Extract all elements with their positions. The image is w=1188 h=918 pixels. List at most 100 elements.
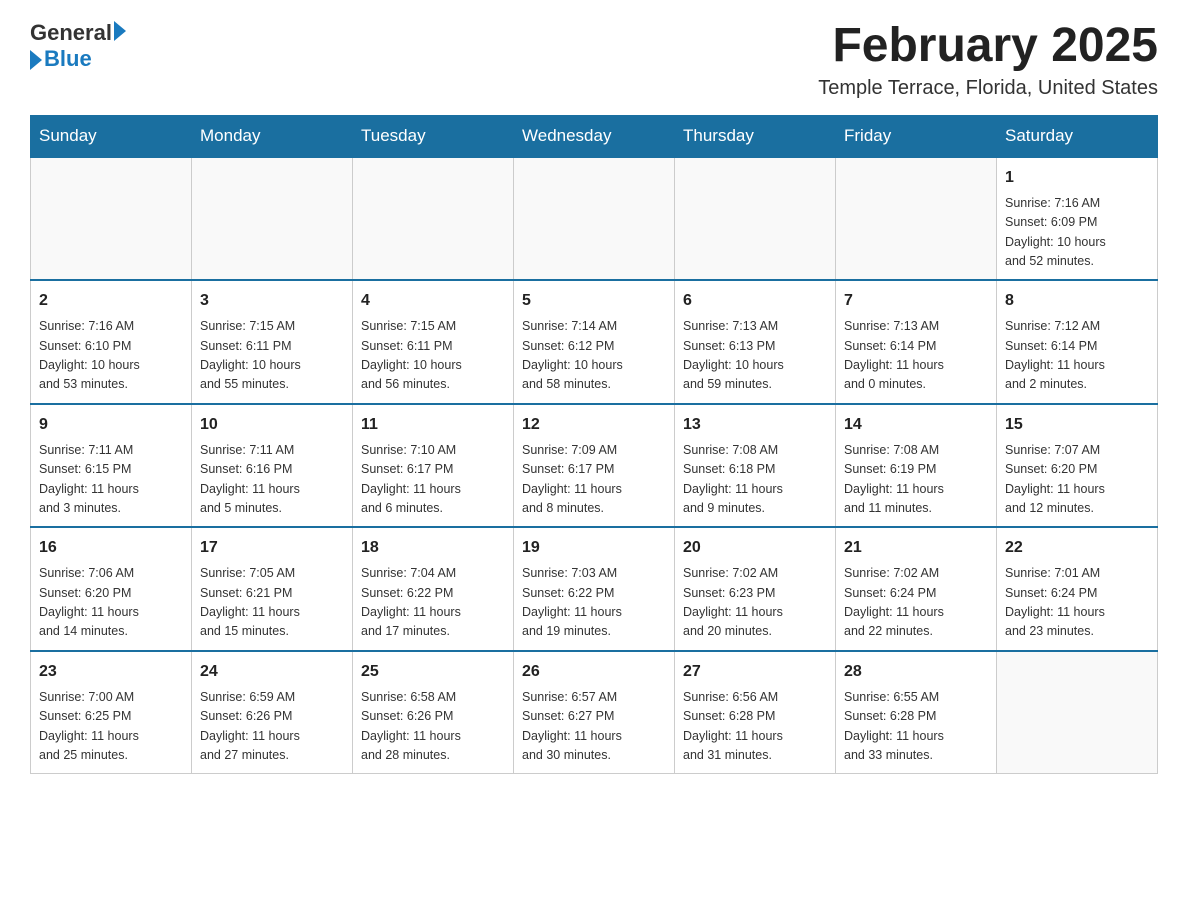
day-info: Sunrise: 6:56 AMSunset: 6:28 PMDaylight:… bbox=[683, 688, 827, 766]
calendar-cell bbox=[353, 157, 514, 281]
day-info: Sunrise: 7:04 AMSunset: 6:22 PMDaylight:… bbox=[361, 564, 505, 642]
weekday-header-sunday: Sunday bbox=[31, 115, 192, 157]
day-number: 11 bbox=[361, 413, 505, 437]
calendar-cell: 11 Sunrise: 7:10 AMSunset: 6:17 PMDayligh… bbox=[353, 404, 514, 528]
day-number: 19 bbox=[522, 536, 666, 560]
day-number: 12 bbox=[522, 413, 666, 437]
day-info: Sunrise: 7:08 AMSunset: 6:18 PMDaylight:… bbox=[683, 441, 827, 519]
day-number: 27 bbox=[683, 660, 827, 684]
calendar-cell: 18 Sunrise: 7:04 AMSunset: 6:22 PMDayligh… bbox=[353, 527, 514, 651]
calendar-table: SundayMondayTuesdayWednesdayThursdayFrid… bbox=[30, 115, 1158, 775]
weekday-header-saturday: Saturday bbox=[997, 115, 1158, 157]
day-number: 26 bbox=[522, 660, 666, 684]
calendar-cell: 9 Sunrise: 7:11 AMSunset: 6:15 PMDaylight… bbox=[31, 404, 192, 528]
calendar-cell: 21 Sunrise: 7:02 AMSunset: 6:24 PMDayligh… bbox=[836, 527, 997, 651]
day-number: 8 bbox=[1005, 289, 1149, 313]
day-number: 16 bbox=[39, 536, 183, 560]
calendar-cell bbox=[192, 157, 353, 281]
calendar-cell: 26Sunrise: 6:57 AMSunset: 6:27 PMDayligh… bbox=[514, 651, 675, 774]
day-info: Sunrise: 7:14 AMSunset: 6:12 PMDaylight:… bbox=[522, 317, 666, 395]
day-info: Sunrise: 6:58 AMSunset: 6:26 PMDaylight:… bbox=[361, 688, 505, 766]
calendar-cell: 13 Sunrise: 7:08 AMSunset: 6:18 PMDayligh… bbox=[675, 404, 836, 528]
calendar-week-row: 23Sunrise: 7:00 AMSunset: 6:25 PMDayligh… bbox=[31, 651, 1158, 774]
day-info: Sunrise: 7:02 AMSunset: 6:24 PMDaylight:… bbox=[844, 564, 988, 642]
logo-arrow-icon bbox=[114, 21, 126, 41]
calendar-cell: 14Sunrise: 7:08 AMSunset: 6:19 PMDayligh… bbox=[836, 404, 997, 528]
calendar-cell: 12 Sunrise: 7:09 AMSunset: 6:17 PMDayligh… bbox=[514, 404, 675, 528]
day-number: 25 bbox=[361, 660, 505, 684]
calendar-cell: 3Sunrise: 7:15 AMSunset: 6:11 PMDaylight… bbox=[192, 280, 353, 404]
calendar-cell: 27 Sunrise: 6:56 AMSunset: 6:28 PMDayligh… bbox=[675, 651, 836, 774]
day-number: 7 bbox=[844, 289, 988, 313]
calendar-cell: 10 Sunrise: 7:11 AMSunset: 6:16 PMDayligh… bbox=[192, 404, 353, 528]
day-info: Sunrise: 7:10 AMSunset: 6:17 PMDaylight:… bbox=[361, 441, 505, 519]
calendar-cell: 4Sunrise: 7:15 AMSunset: 6:11 PMDaylight… bbox=[353, 280, 514, 404]
calendar-cell: 5 Sunrise: 7:14 AMSunset: 6:12 PMDaylight… bbox=[514, 280, 675, 404]
weekday-header-thursday: Thursday bbox=[675, 115, 836, 157]
weekday-header-wednesday: Wednesday bbox=[514, 115, 675, 157]
page-header: General Blue February 2025 Temple Terrac… bbox=[30, 20, 1158, 100]
calendar-week-row: 1 Sunrise: 7:16 AMSunset: 6:09 PMDaylight… bbox=[31, 157, 1158, 281]
calendar-cell bbox=[836, 157, 997, 281]
day-number: 23 bbox=[39, 660, 183, 684]
day-info: Sunrise: 7:03 AMSunset: 6:22 PMDaylight:… bbox=[522, 564, 666, 642]
day-info: Sunrise: 7:13 AMSunset: 6:14 PMDaylight:… bbox=[844, 317, 988, 395]
calendar-cell: 2 Sunrise: 7:16 AMSunset: 6:10 PMDaylight… bbox=[31, 280, 192, 404]
logo-text-blue: Blue bbox=[44, 46, 92, 72]
day-number: 22 bbox=[1005, 536, 1149, 560]
calendar-cell bbox=[514, 157, 675, 281]
day-number: 15 bbox=[1005, 413, 1149, 437]
calendar-week-row: 2 Sunrise: 7:16 AMSunset: 6:10 PMDaylight… bbox=[31, 280, 1158, 404]
day-number: 9 bbox=[39, 413, 183, 437]
day-info: Sunrise: 7:15 AMSunset: 6:11 PMDaylight:… bbox=[361, 317, 505, 395]
day-info: Sunrise: 7:01 AMSunset: 6:24 PMDaylight:… bbox=[1005, 564, 1149, 642]
calendar-week-row: 16 Sunrise: 7:06 AMSunset: 6:20 PMDayligh… bbox=[31, 527, 1158, 651]
logo: General Blue bbox=[30, 20, 126, 73]
title-section: February 2025 Temple Terrace, Florida, U… bbox=[818, 20, 1158, 100]
calendar-cell: 15 Sunrise: 7:07 AMSunset: 6:20 PMDayligh… bbox=[997, 404, 1158, 528]
calendar-cell: 23Sunrise: 7:00 AMSunset: 6:25 PMDayligh… bbox=[31, 651, 192, 774]
calendar-cell: 25 Sunrise: 6:58 AMSunset: 6:26 PMDayligh… bbox=[353, 651, 514, 774]
day-info: Sunrise: 7:05 AMSunset: 6:21 PMDaylight:… bbox=[200, 564, 344, 642]
day-info: Sunrise: 7:11 AMSunset: 6:16 PMDaylight:… bbox=[200, 441, 344, 519]
weekday-header-monday: Monday bbox=[192, 115, 353, 157]
calendar-cell: 1 Sunrise: 7:16 AMSunset: 6:09 PMDaylight… bbox=[997, 157, 1158, 281]
weekday-header-friday: Friday bbox=[836, 115, 997, 157]
day-number: 21 bbox=[844, 536, 988, 560]
day-number: 28 bbox=[844, 660, 988, 684]
calendar-week-row: 9 Sunrise: 7:11 AMSunset: 6:15 PMDaylight… bbox=[31, 404, 1158, 528]
calendar-cell bbox=[31, 157, 192, 281]
day-info: Sunrise: 7:16 AMSunset: 6:10 PMDaylight:… bbox=[39, 317, 183, 395]
day-number: 13 bbox=[683, 413, 827, 437]
calendar-cell bbox=[675, 157, 836, 281]
calendar-cell: 17 Sunrise: 7:05 AMSunset: 6:21 PMDayligh… bbox=[192, 527, 353, 651]
day-info: Sunrise: 7:06 AMSunset: 6:20 PMDaylight:… bbox=[39, 564, 183, 642]
day-number: 17 bbox=[200, 536, 344, 560]
calendar-cell: 20 Sunrise: 7:02 AMSunset: 6:23 PMDayligh… bbox=[675, 527, 836, 651]
logo-arrow-icon-2 bbox=[30, 50, 42, 70]
calendar-title: February 2025 bbox=[818, 20, 1158, 73]
calendar-cell: 6 Sunrise: 7:13 AMSunset: 6:13 PMDaylight… bbox=[675, 280, 836, 404]
day-number: 18 bbox=[361, 536, 505, 560]
day-info: Sunrise: 7:02 AMSunset: 6:23 PMDaylight:… bbox=[683, 564, 827, 642]
day-info: Sunrise: 7:11 AMSunset: 6:15 PMDaylight:… bbox=[39, 441, 183, 519]
calendar-cell: 28 Sunrise: 6:55 AMSunset: 6:28 PMDayligh… bbox=[836, 651, 997, 774]
day-number: 6 bbox=[683, 289, 827, 313]
day-info: Sunrise: 7:16 AMSunset: 6:09 PMDaylight:… bbox=[1005, 194, 1149, 272]
weekday-header-row: SundayMondayTuesdayWednesdayThursdayFrid… bbox=[31, 115, 1158, 157]
day-info: Sunrise: 7:12 AMSunset: 6:14 PMDaylight:… bbox=[1005, 317, 1149, 395]
day-info: Sunrise: 7:09 AMSunset: 6:17 PMDaylight:… bbox=[522, 441, 666, 519]
calendar-cell: 19 Sunrise: 7:03 AMSunset: 6:22 PMDayligh… bbox=[514, 527, 675, 651]
day-info: Sunrise: 6:59 AMSunset: 6:26 PMDaylight:… bbox=[200, 688, 344, 766]
day-number: 3 bbox=[200, 289, 344, 313]
day-info: Sunrise: 7:07 AMSunset: 6:20 PMDaylight:… bbox=[1005, 441, 1149, 519]
day-number: 10 bbox=[200, 413, 344, 437]
day-number: 5 bbox=[522, 289, 666, 313]
day-info: Sunrise: 7:13 AMSunset: 6:13 PMDaylight:… bbox=[683, 317, 827, 395]
day-number: 14 bbox=[844, 413, 988, 437]
day-info: Sunrise: 6:55 AMSunset: 6:28 PMDaylight:… bbox=[844, 688, 988, 766]
day-number: 20 bbox=[683, 536, 827, 560]
calendar-cell: 22 Sunrise: 7:01 AMSunset: 6:24 PMDayligh… bbox=[997, 527, 1158, 651]
day-number: 1 bbox=[1005, 166, 1149, 190]
day-number: 2 bbox=[39, 289, 183, 313]
